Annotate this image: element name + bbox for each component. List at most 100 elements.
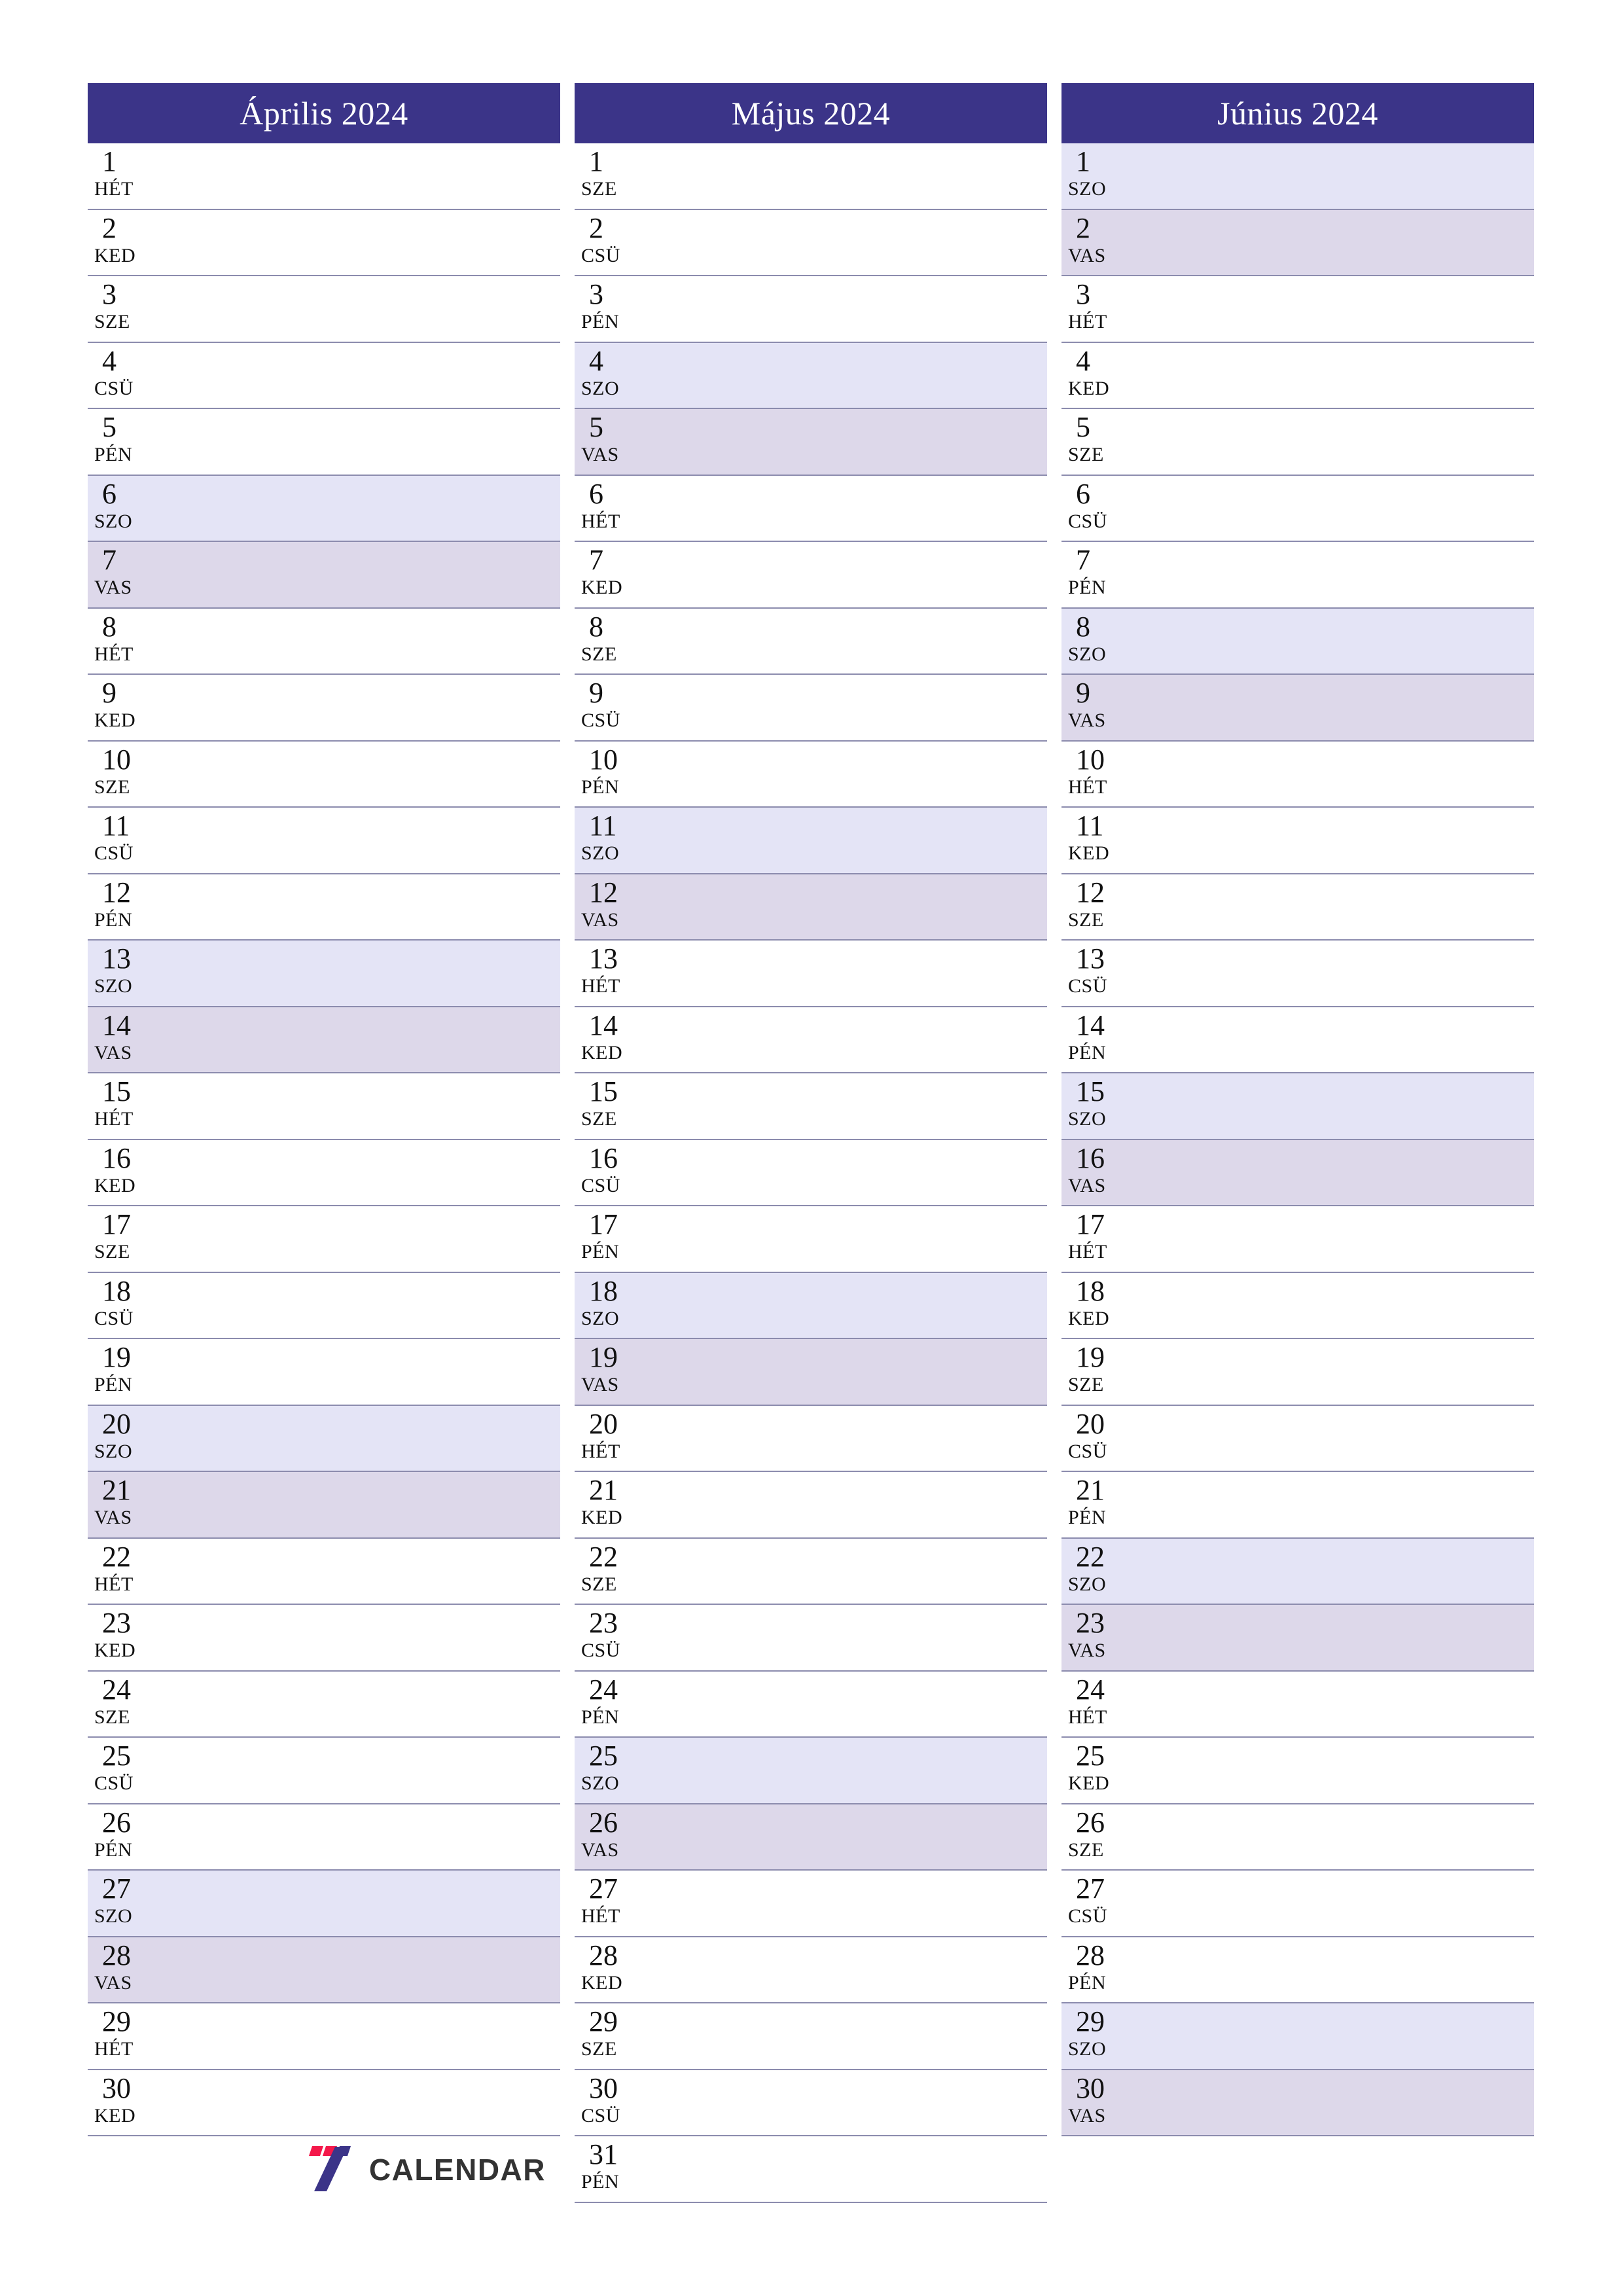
day-row[interactable]: 29 SZE bbox=[575, 2003, 1047, 2070]
day-row[interactable]: 15 SZO bbox=[1061, 1073, 1534, 1140]
day-row[interactable]: 7 VAS bbox=[88, 542, 560, 609]
day-row[interactable]: 11 KED bbox=[1061, 808, 1534, 874]
day-row[interactable]: 18 KED bbox=[1061, 1272, 1534, 1339]
day-row[interactable]: 20 HÉT bbox=[575, 1405, 1047, 1472]
day-row[interactable]: 30 VAS bbox=[1061, 2070, 1534, 2136]
day-row[interactable]: 24 PÉN bbox=[575, 1671, 1047, 1738]
day-row[interactable]: 27 SZO bbox=[88, 1871, 560, 1937]
day-row[interactable]: 30 CSÜ bbox=[575, 2070, 1047, 2136]
day-row[interactable]: 6 HÉT bbox=[575, 475, 1047, 542]
day-number: 13 bbox=[589, 942, 618, 975]
day-row[interactable]: 10 SZE bbox=[88, 741, 560, 808]
day-row[interactable]: 21 KED bbox=[575, 1472, 1047, 1539]
day-row[interactable]: 30 KED bbox=[88, 2070, 560, 2136]
day-row[interactable]: 4 SZO bbox=[575, 342, 1047, 409]
day-row[interactable]: 13 CSÜ bbox=[1061, 941, 1534, 1007]
day-weekday-label: SZO bbox=[1068, 1108, 1107, 1130]
day-row[interactable]: 13 SZO bbox=[88, 941, 560, 1007]
day-row[interactable]: 9 CSÜ bbox=[575, 675, 1047, 742]
day-row[interactable]: 2 VAS bbox=[1061, 209, 1534, 276]
day-row[interactable]: 5 PÉN bbox=[88, 409, 560, 476]
day-row[interactable]: 3 HÉT bbox=[1061, 276, 1534, 343]
day-row[interactable]: 23 CSÜ bbox=[575, 1605, 1047, 1672]
day-row[interactable]: 19 VAS bbox=[575, 1339, 1047, 1406]
day-row[interactable]: 25 KED bbox=[1061, 1738, 1534, 1804]
day-row[interactable]: 8 SZE bbox=[575, 608, 1047, 675]
day-row[interactable]: 18 CSÜ bbox=[88, 1272, 560, 1339]
day-row[interactable]: 23 VAS bbox=[1061, 1605, 1534, 1672]
day-row[interactable]: 27 CSÜ bbox=[1061, 1871, 1534, 1937]
day-row[interactable]: 10 PÉN bbox=[575, 741, 1047, 808]
day-number: 6 bbox=[1076, 477, 1090, 510]
day-row[interactable]: 2 KED bbox=[88, 209, 560, 276]
day-row[interactable]: 1 SZO bbox=[1061, 143, 1534, 210]
day-row[interactable]: 28 VAS bbox=[88, 1937, 560, 2003]
day-row[interactable]: 16 VAS bbox=[1061, 1139, 1534, 1206]
day-row[interactable]: 17 PÉN bbox=[575, 1206, 1047, 1273]
day-row[interactable]: 26 PÉN bbox=[88, 1804, 560, 1871]
day-row[interactable]: 1 HÉT bbox=[88, 143, 560, 210]
day-row[interactable]: 3 PÉN bbox=[575, 276, 1047, 343]
day-row[interactable]: 2 CSÜ bbox=[575, 209, 1047, 276]
day-row[interactable]: 20 CSÜ bbox=[1061, 1405, 1534, 1472]
day-row[interactable]: 9 VAS bbox=[1061, 675, 1534, 742]
day-row[interactable]: 24 SZE bbox=[88, 1671, 560, 1738]
day-row[interactable]: 11 SZO bbox=[575, 808, 1047, 874]
day-number: 7 bbox=[589, 544, 603, 576]
day-row[interactable]: 19 SZE bbox=[1061, 1339, 1534, 1406]
day-row[interactable]: 5 SZE bbox=[1061, 409, 1534, 476]
day-row[interactable]: 15 SZE bbox=[575, 1073, 1047, 1140]
day-row[interactable]: 26 VAS bbox=[575, 1804, 1047, 1871]
day-row[interactable]: 7 KED bbox=[575, 542, 1047, 609]
day-row[interactable]: 16 CSÜ bbox=[575, 1139, 1047, 1206]
day-row[interactable]: 7 PÉN bbox=[1061, 542, 1534, 609]
day-row[interactable]: 14 VAS bbox=[88, 1007, 560, 1073]
day-row[interactable]: 21 PÉN bbox=[1061, 1472, 1534, 1539]
day-row[interactable]: 6 SZO bbox=[88, 475, 560, 542]
day-row[interactable]: 11 CSÜ bbox=[88, 808, 560, 874]
day-row[interactable]: 24 HÉT bbox=[1061, 1671, 1534, 1738]
day-row[interactable]: 12 SZE bbox=[1061, 874, 1534, 941]
day-row[interactable]: 16 KED bbox=[88, 1139, 560, 1206]
day-weekday-label: SZE bbox=[94, 311, 130, 332]
day-row[interactable]: 25 SZO bbox=[575, 1738, 1047, 1804]
day-row[interactable]: 14 KED bbox=[575, 1007, 1047, 1073]
day-row[interactable]: 19 PÉN bbox=[88, 1339, 560, 1406]
day-row[interactable]: 12 VAS bbox=[575, 874, 1047, 941]
day-row[interactable]: 4 KED bbox=[1061, 342, 1534, 409]
day-row[interactable]: 1 SZE bbox=[575, 143, 1047, 210]
day-row[interactable]: 28 KED bbox=[575, 1937, 1047, 2003]
day-row[interactable]: 17 HÉT bbox=[1061, 1206, 1534, 1273]
day-row[interactable]: 20 SZO bbox=[88, 1405, 560, 1472]
day-number: 22 bbox=[589, 1540, 618, 1573]
day-row[interactable]: 13 HÉT bbox=[575, 941, 1047, 1007]
day-row[interactable]: 22 SZO bbox=[1061, 1538, 1534, 1605]
day-row[interactable]: 5 VAS bbox=[575, 409, 1047, 476]
day-row[interactable]: 17 SZE bbox=[88, 1206, 560, 1273]
day-row[interactable]: 9 KED bbox=[88, 675, 560, 742]
day-row[interactable]: 12 PÉN bbox=[88, 874, 560, 941]
day-row[interactable]: 10 HÉT bbox=[1061, 741, 1534, 808]
day-row[interactable]: 4 CSÜ bbox=[88, 342, 560, 409]
day-weekday-label: CSÜ bbox=[94, 377, 134, 399]
day-row[interactable]: 8 HÉT bbox=[88, 608, 560, 675]
day-row[interactable]: 6 CSÜ bbox=[1061, 475, 1534, 542]
day-row[interactable]: 21 VAS bbox=[88, 1472, 560, 1539]
day-row[interactable]: 8 SZO bbox=[1061, 608, 1534, 675]
day-row[interactable]: 29 SZO bbox=[1061, 2003, 1534, 2070]
day-row[interactable]: 23 KED bbox=[88, 1605, 560, 1672]
day-row[interactable]: 31 PÉN bbox=[575, 2136, 1047, 2203]
day-row[interactable]: 22 HÉT bbox=[88, 1538, 560, 1605]
day-row[interactable]: 15 HÉT bbox=[88, 1073, 560, 1140]
day-row[interactable]: 29 HÉT bbox=[88, 2003, 560, 2070]
day-row[interactable]: 27 HÉT bbox=[575, 1871, 1047, 1937]
day-row[interactable]: 3 SZE bbox=[88, 276, 560, 343]
day-row[interactable]: 26 SZE bbox=[1061, 1804, 1534, 1871]
day-weekday-label: SZE bbox=[94, 1706, 130, 1728]
day-row[interactable]: 25 CSÜ bbox=[88, 1738, 560, 1804]
day-row[interactable]: 18 SZO bbox=[575, 1272, 1047, 1339]
day-number: 1 bbox=[1076, 145, 1090, 177]
day-row[interactable]: 14 PÉN bbox=[1061, 1007, 1534, 1073]
day-row[interactable]: 22 SZE bbox=[575, 1538, 1047, 1605]
day-row[interactable]: 28 PÉN bbox=[1061, 1937, 1534, 2003]
